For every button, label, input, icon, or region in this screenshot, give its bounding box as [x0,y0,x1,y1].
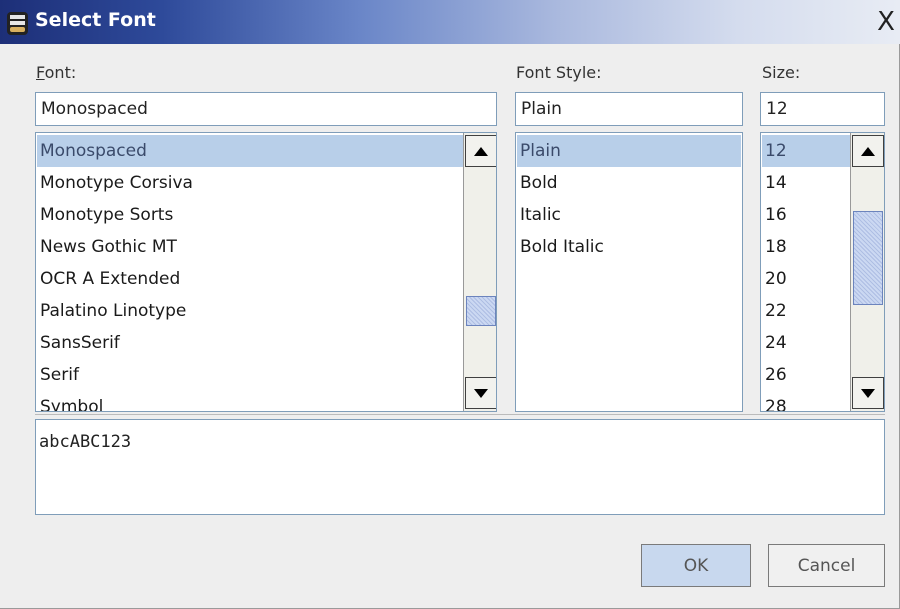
size-list-item[interactable]: 20 [762,263,852,295]
font-style-field[interactable]: Plain [515,92,743,126]
size-list-item[interactable]: 12 [762,135,852,167]
font-list-item[interactable]: Symbol [37,391,465,411]
style-list-item[interactable]: Bold Italic [517,231,741,263]
font-list-scroll-thumb[interactable] [466,296,496,326]
font-list-item[interactable]: Serif [37,359,465,391]
scroll-down-button[interactable] [465,377,496,409]
size-list-item[interactable]: 16 [762,199,852,231]
scroll-up-button[interactable] [852,135,884,167]
font-label: Font: [36,63,76,82]
select-font-dialog: Select Font X Font: Font Style: Size: Mo… [0,0,900,609]
font-list-item[interactable]: SansSerif [37,327,465,359]
font-label-mnemonic: F [36,63,45,82]
preview-text: abcABC123 [39,432,132,452]
size-list-item[interactable]: 24 [762,327,852,359]
font-style-list[interactable]: Plain Bold Italic Bold Italic [515,132,743,412]
size-list-scroll-thumb[interactable] [853,211,883,305]
style-list-item[interactable]: Plain [517,135,741,167]
font-list-item[interactable]: Monotype Sorts [37,199,465,231]
cancel-button[interactable]: Cancel [768,544,885,587]
scroll-down-button[interactable] [852,377,884,409]
arrow-down-icon [861,388,875,398]
size-list[interactable]: 12 14 16 18 20 22 24 26 28 [760,132,885,412]
style-list-item[interactable]: Bold [517,167,741,199]
scroll-up-button[interactable] [465,135,496,167]
title-bar[interactable]: Select Font X [0,0,900,44]
size-list-item[interactable]: 14 [762,167,852,199]
size-list-item[interactable]: 28 [762,391,852,411]
font-list[interactable]: Monospaced Monotype Corsiva Monotype Sor… [35,132,497,412]
preview-area: abcABC123 [35,419,885,515]
arrow-down-icon [474,388,488,398]
font-label-rest: ont: [44,63,77,82]
size-label: Size: [762,63,801,82]
font-field[interactable]: Monospaced [35,92,497,126]
size-list-item[interactable]: 22 [762,295,852,327]
style-list-item[interactable]: Italic [517,199,741,231]
size-field[interactable]: 12 [760,92,885,126]
ok-button[interactable]: OK [641,544,751,587]
font-list-item[interactable]: Monospaced [37,135,465,167]
font-list-item[interactable]: Monotype Corsiva [37,167,465,199]
font-list-item[interactable]: Palatino Linotype [37,295,465,327]
close-icon[interactable]: X [872,8,900,36]
size-list-item[interactable]: 26 [762,359,852,391]
arrow-up-icon [474,146,488,156]
font-style-label: Font Style: [516,63,602,82]
font-list-item[interactable]: News Gothic MT [37,231,465,263]
size-list-item[interactable]: 18 [762,231,852,263]
dialog-app-icon [5,9,30,37]
preview-separator [35,414,885,415]
dialog-title: Select Font [35,9,156,31]
arrow-up-icon [861,146,875,156]
size-list-scrollbar[interactable] [850,133,884,411]
font-list-scrollbar[interactable] [463,133,496,411]
font-list-item[interactable]: OCR A Extended [37,263,465,295]
